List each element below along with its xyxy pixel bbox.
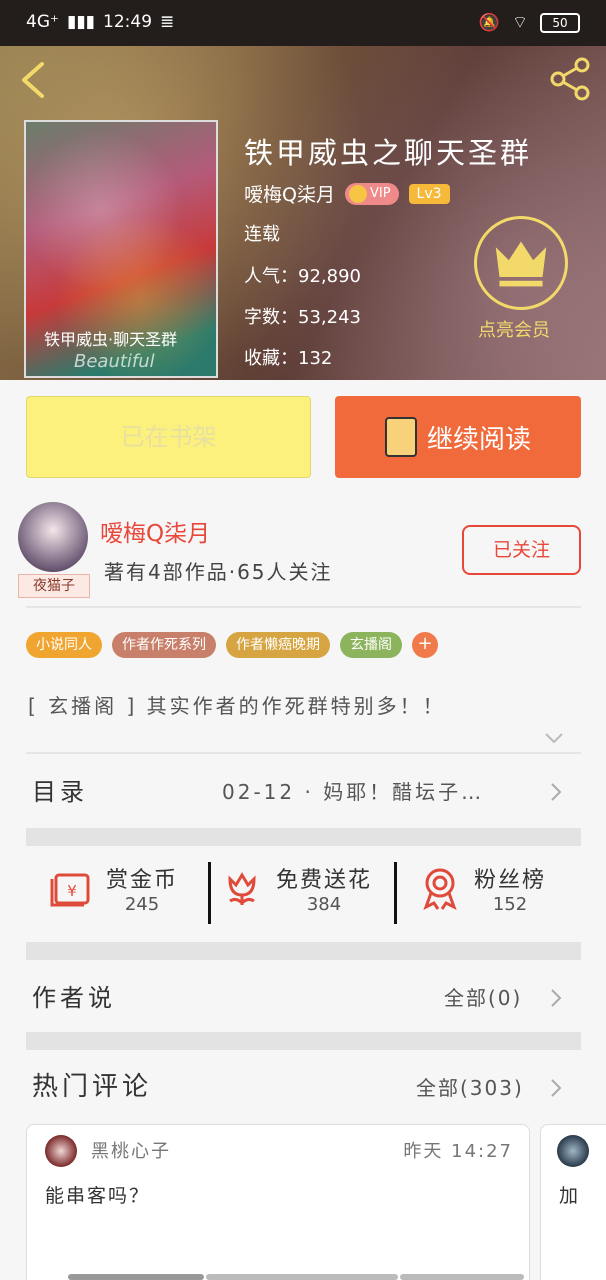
comment-time: 昨天 14:27 (403, 1141, 513, 1162)
status-bar: 4G⁺ ▮▮▮ 12:49 ≣ 🔕 ⌔ 50 (0, 0, 606, 46)
avatar-tag: 夜猫子 (18, 574, 90, 598)
member-label[interactable]: 点亮会员 (478, 316, 550, 342)
catalog-latest-chapter[interactable]: 02-12 · 妈耶！醋坛子… (222, 776, 484, 805)
reward-coins-stat[interactable]: ¥ 赏金币 245 (48, 862, 178, 915)
stat-label: 粉丝榜 (474, 868, 547, 893)
book-favorites: 收藏：132 (244, 348, 333, 369)
author-row: 嗳梅Q柒月 VIP Lv3 (244, 180, 450, 207)
book-popularity: 人气：92,890 (244, 266, 361, 287)
signal-icon: ▮▮▮ (66, 12, 96, 32)
red-envelope-icon: ¥ (50, 873, 90, 906)
comment-card[interactable]: 加 (540, 1124, 606, 1280)
catalog-label[interactable]: 目录 (32, 772, 88, 807)
stat-value: 152 (492, 894, 528, 915)
section-separator (26, 942, 581, 960)
continue-reading-label: 继续阅读 (426, 424, 531, 455)
svg-text:¥: ¥ (67, 882, 77, 900)
vip-badge: VIP (344, 182, 399, 205)
author-says-all-link[interactable]: 全部(0) (444, 982, 522, 1011)
add-tag-button[interactable]: + (412, 632, 438, 658)
wifi-icon: ⌔ (512, 13, 528, 33)
cover-caption-watermark: Beautiful (74, 351, 155, 372)
vertical-divider (394, 862, 397, 924)
book-title: 铁甲威虫之聊天圣群 (244, 136, 533, 170)
tag-item[interactable]: 玄播阁 (340, 632, 402, 658)
mute-icon: 🔕 (478, 12, 501, 33)
section-separator (26, 1032, 581, 1050)
flower-icon (228, 871, 256, 905)
status-time: 12:49 (103, 12, 153, 32)
level-badge: Lv3 (408, 183, 450, 204)
stat-value: 245 (124, 894, 160, 915)
book-cover: 铁甲威虫·聊天圣群 Beautiful (24, 120, 218, 378)
book-author[interactable]: 嗳梅Q柒月 (244, 180, 335, 207)
author-says-label: 作者说 (32, 984, 116, 1012)
book-state: 连载 (244, 224, 280, 245)
stat-label: 免费送花 (276, 868, 373, 893)
stat-value: 384 (306, 894, 342, 915)
member-crown-icon[interactable] (474, 216, 568, 310)
continue-reading-button[interactable]: 继续阅读 (335, 396, 581, 478)
tag-item[interactable]: 作者懒癌晚期 (226, 632, 330, 658)
tag-item[interactable]: 小说同人 (26, 632, 102, 658)
section-separator (26, 828, 581, 846)
hot-comments-label: 热门评论 (32, 1072, 153, 1102)
commenter-avatar[interactable] (45, 1135, 77, 1167)
database-icon: ≣ (160, 12, 175, 32)
divider (26, 606, 581, 608)
commenter-avatar[interactable] (557, 1135, 589, 1167)
battery-indicator: 50 (540, 12, 580, 33)
ribbon-medal-icon (423, 868, 457, 910)
stat-label: 赏金币 (106, 868, 179, 893)
author-name[interactable]: 嗳梅Q柒月 (100, 514, 210, 548)
share-icon[interactable] (548, 56, 594, 102)
carousel-indicator (400, 1274, 524, 1280)
carousel-indicator (68, 1274, 204, 1280)
book-description: [ 玄播阁 ] 其实作者的作死群特别多！！ (28, 694, 446, 718)
author-avatar[interactable] (18, 502, 88, 572)
hot-comments-all-link[interactable]: 全部(303) (416, 1072, 524, 1101)
book-header: 铁甲威虫·聊天圣群 Beautiful 铁甲威虫之聊天圣群 嗳梅Q柒月 VIP … (0, 46, 606, 380)
vertical-divider (208, 862, 211, 924)
chevron-down-icon[interactable] (544, 732, 564, 746)
comment-card[interactable]: 黑桃心子 昨天 14:27 能串客吗？ (26, 1124, 530, 1280)
chevron-right-icon[interactable] (550, 1078, 562, 1098)
follow-button[interactable]: 已关注 (462, 525, 581, 575)
book-icon (384, 417, 417, 457)
author-stats: 著有4部作品·65人关注 (104, 560, 333, 584)
tag-item[interactable]: 作者作死系列 (112, 632, 216, 658)
free-flowers-stat[interactable]: 免费送花 384 (222, 862, 372, 915)
in-shelf-button[interactable]: 已在书架 (26, 396, 311, 478)
chevron-right-icon[interactable] (550, 988, 562, 1008)
book-word-count: 字数：53,243 (244, 307, 361, 328)
comment-text: 加 (559, 1185, 579, 1207)
carousel-indicator (206, 1274, 398, 1280)
crown-icon (348, 184, 367, 203)
vip-label: VIP (369, 186, 391, 201)
chevron-right-icon[interactable] (550, 782, 562, 802)
divider (26, 752, 581, 754)
comment-text: 能串客吗？ (45, 1185, 151, 1207)
commenter-name[interactable]: 黑桃心子 (91, 1137, 171, 1163)
fan-ranking-stat[interactable]: 粉丝榜 152 (420, 862, 546, 915)
back-arrow-icon[interactable] (18, 60, 48, 100)
tag-list: 小说同人 作者作死系列 作者懒癌晚期 玄播阁 + (26, 632, 438, 658)
cover-caption: 铁甲威虫·聊天圣群 (44, 330, 178, 349)
network-indicator: 4G⁺ (26, 12, 59, 32)
